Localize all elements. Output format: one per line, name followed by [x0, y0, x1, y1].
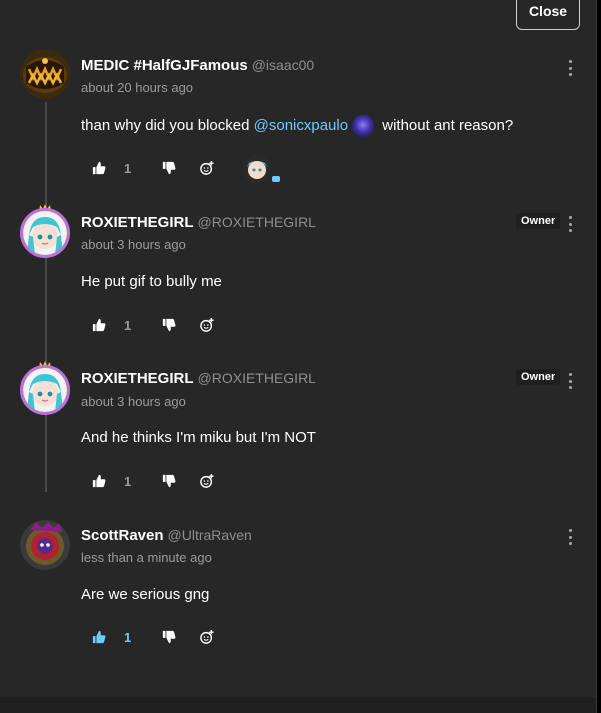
add-reaction-icon[interactable]: [200, 318, 214, 332]
comment-actions: 1: [92, 627, 214, 647]
avatar[interactable]: [20, 520, 70, 570]
custom-emoji-icon: [352, 115, 375, 137]
thumbs-down-icon[interactable]: [162, 474, 176, 488]
avatar[interactable]: [20, 208, 70, 258]
close-button-label: Close: [528, 3, 568, 19]
username[interactable]: ScottRaven: [81, 527, 164, 544]
thumbs-down-icon[interactable]: [162, 161, 176, 175]
thumbs-up-icon[interactable]: [92, 318, 106, 332]
comment-header: MEDIC #HalfGJFamous @isaac00: [81, 57, 314, 74]
user-mention[interactable]: @sonicxpaulo: [254, 117, 348, 134]
monster-avatar-image: [20, 49, 70, 99]
like-count: 1: [124, 473, 132, 489]
raven-avatar-image: [20, 520, 70, 570]
comment-text: Are we serious gng: [81, 586, 210, 603]
owner-badge: Owner: [516, 369, 561, 385]
more-options-icon[interactable]: [565, 60, 575, 76]
miku-avatar-image: [243, 155, 271, 183]
comment-text-part: without ant reason?: [378, 116, 514, 134]
owner-badge: Owner: [516, 213, 561, 229]
comment-text: He put gif to bully me: [81, 273, 222, 290]
timestamp: about 20 hours ago: [81, 80, 194, 95]
username[interactable]: ROXIETHEGIRL: [81, 370, 194, 387]
miku-avatar-image: [23, 368, 67, 412]
user-handle[interactable]: @ROXIETHEGIRL: [198, 370, 316, 386]
more-options-icon[interactable]: [565, 216, 575, 232]
like-count: 1: [124, 160, 132, 176]
user-handle[interactable]: @ROXIETHEGIRL: [198, 214, 316, 230]
add-reaction-icon[interactable]: [200, 474, 214, 488]
more-options-icon[interactable]: [565, 529, 575, 545]
thread-line: [45, 102, 47, 492]
thumbs-up-icon[interactable]: [92, 161, 106, 175]
timestamp: less than a minute ago: [81, 550, 212, 565]
username[interactable]: MEDIC #HalfGJFamous: [81, 57, 248, 74]
like-count: 1: [124, 317, 132, 333]
comments-panel: Close MEDIC #HalfGJFamous @isaac00 about …: [0, 0, 597, 713]
thumbs-down-icon[interactable]: [162, 318, 176, 332]
thumbs-down-icon[interactable]: [162, 630, 176, 644]
close-button[interactable]: Close: [516, 0, 580, 30]
timestamp: about 3 hours ago: [81, 237, 186, 252]
reaction-indicator: [272, 176, 280, 182]
comment-actions: 1: [92, 158, 214, 178]
miku-avatar-image: [23, 211, 67, 255]
thumbs-up-icon[interactable]: [92, 474, 106, 488]
timestamp: about 3 hours ago: [81, 394, 186, 409]
avatar[interactable]: [20, 49, 70, 99]
bottom-bar: [0, 697, 596, 713]
comment-text: And he thinks I'm miku but I'm NOT: [81, 429, 316, 446]
comment-header: ScottRaven @UltraRaven: [81, 527, 252, 544]
comment-header: ROXIETHEGIRL @ROXIETHEGIRL: [81, 214, 316, 231]
like-count: 1: [124, 629, 132, 645]
add-reaction-icon[interactable]: [200, 630, 214, 644]
comment-text-part: than why did you blocked: [81, 116, 254, 134]
add-reaction-icon[interactable]: [200, 161, 214, 175]
user-handle[interactable]: @UltraRaven: [168, 527, 252, 543]
more-options-icon[interactable]: [565, 373, 575, 389]
username[interactable]: ROXIETHEGIRL: [81, 214, 194, 231]
avatar[interactable]: [20, 365, 70, 415]
reaction-avatar[interactable]: [243, 155, 271, 183]
comment-actions: 1: [92, 471, 214, 491]
user-handle[interactable]: @isaac00: [252, 57, 314, 73]
comment-text: than why did you blocked @sonicxpaulo wi…: [81, 115, 513, 137]
comment-actions: 1: [92, 315, 214, 335]
thumbs-up-icon[interactable]: [92, 630, 106, 644]
comment-header: ROXIETHEGIRL @ROXIETHEGIRL: [81, 370, 316, 387]
